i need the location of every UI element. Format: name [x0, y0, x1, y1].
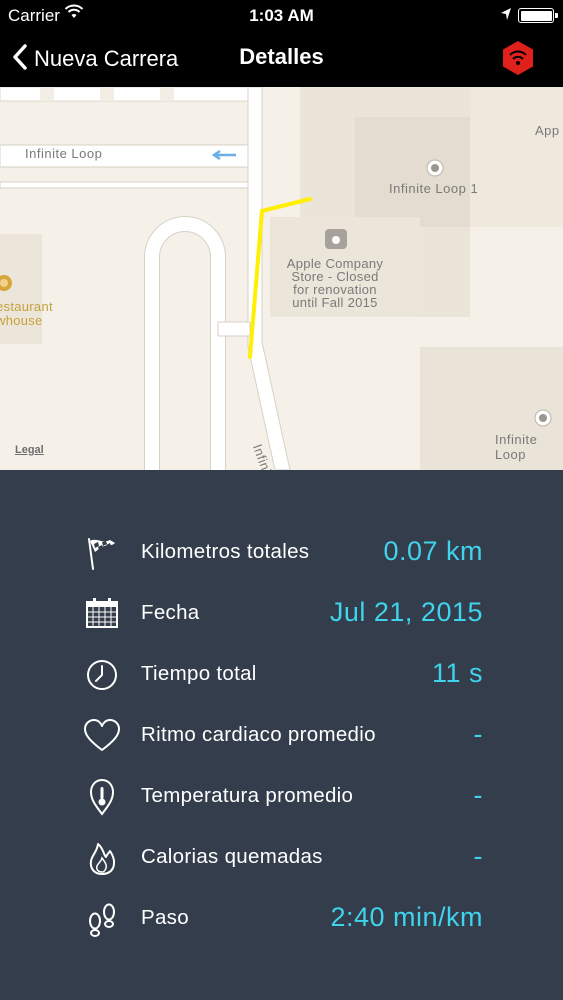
stat-label-time: Tiempo total — [141, 662, 257, 685]
stat-label-temperature: Temperatura promedio — [141, 784, 354, 807]
stat-row-calories: Calorias quemadas - — [0, 833, 563, 883]
stat-value-date: Jul 21, 2015 — [329, 597, 483, 627]
stat-value-distance: 0.07 km — [383, 536, 483, 566]
footsteps-icon — [82, 900, 122, 938]
calendar-icon — [82, 595, 122, 633]
stat-row-time: Tiempo total 11 s — [0, 650, 563, 700]
stat-row-pace: Paso 2:40 min/km — [0, 894, 563, 944]
stat-row-distance: Kilometros totales 0.07 km — [0, 528, 563, 578]
stat-label-date: Fecha — [141, 601, 200, 624]
clock-icon — [82, 656, 122, 694]
back-button[interactable]: Nueva Carrera — [12, 42, 178, 76]
map-label-apple: App — [535, 123, 560, 138]
stat-label-heart-rate: Ritmo cardiaco promedio — [141, 723, 376, 746]
stat-value-heart-rate: - — [473, 719, 483, 749]
thermometer-icon — [82, 778, 122, 816]
battery-icon — [518, 8, 558, 23]
page-title: Detalles — [239, 44, 324, 69]
stat-row-date: Fecha Jul 21, 2015 — [0, 589, 563, 639]
flame-icon — [82, 839, 122, 877]
heart-rate-sensor-button[interactable] — [498, 38, 538, 78]
apple-store-label: Apple Company Store - Closed for renovat… — [286, 256, 384, 310]
status-bar: Carrier 1:03 AM — [0, 0, 563, 30]
route-map[interactable]: Infinite Loop Infinite Loop Infinite Loo… — [0, 87, 563, 470]
stat-value-temperature: - — [473, 780, 483, 810]
stat-label-calories: Calorias quemadas — [141, 845, 323, 868]
stat-label-pace: Paso — [141, 906, 189, 929]
clock-time: 1:03 AM — [249, 6, 314, 25]
stat-label-distance: Kilometros totales — [141, 540, 310, 563]
back-button-label: Nueva Carrera — [34, 46, 179, 71]
navigation-bar: Nueva Carrera Detalles — [0, 30, 563, 87]
legal-link[interactable]: Legal — [15, 444, 44, 456]
battery-level — [520, 10, 552, 21]
stat-value-calories: - — [473, 841, 483, 871]
stat-value-time: 11 s — [431, 658, 483, 688]
building-label-infinite-loop: Infinite Loop — [495, 432, 538, 462]
run-details-panel: Kilometros totales 0.07 km Fecha Jul 21,… — [0, 470, 563, 1000]
heart-rate-sensor-icon — [503, 41, 533, 75]
stat-value-pace: 2:40 min/km — [330, 902, 483, 932]
restaurant-label: estaurant whouse — [0, 299, 53, 328]
heart-icon — [82, 717, 122, 755]
stat-row-heart-rate: Ritmo cardiaco promedio - — [0, 711, 563, 761]
building-label-infinite-loop-1: Infinite Loop 1 — [389, 181, 479, 196]
location-arrow-icon — [500, 6, 512, 26]
checkered-flag-icon — [82, 534, 122, 572]
street-label-infinite-loop: Infinite Loop — [25, 146, 103, 161]
chevron-left-icon — [12, 43, 28, 76]
stat-row-temperature: Temperatura promedio - — [0, 772, 563, 822]
